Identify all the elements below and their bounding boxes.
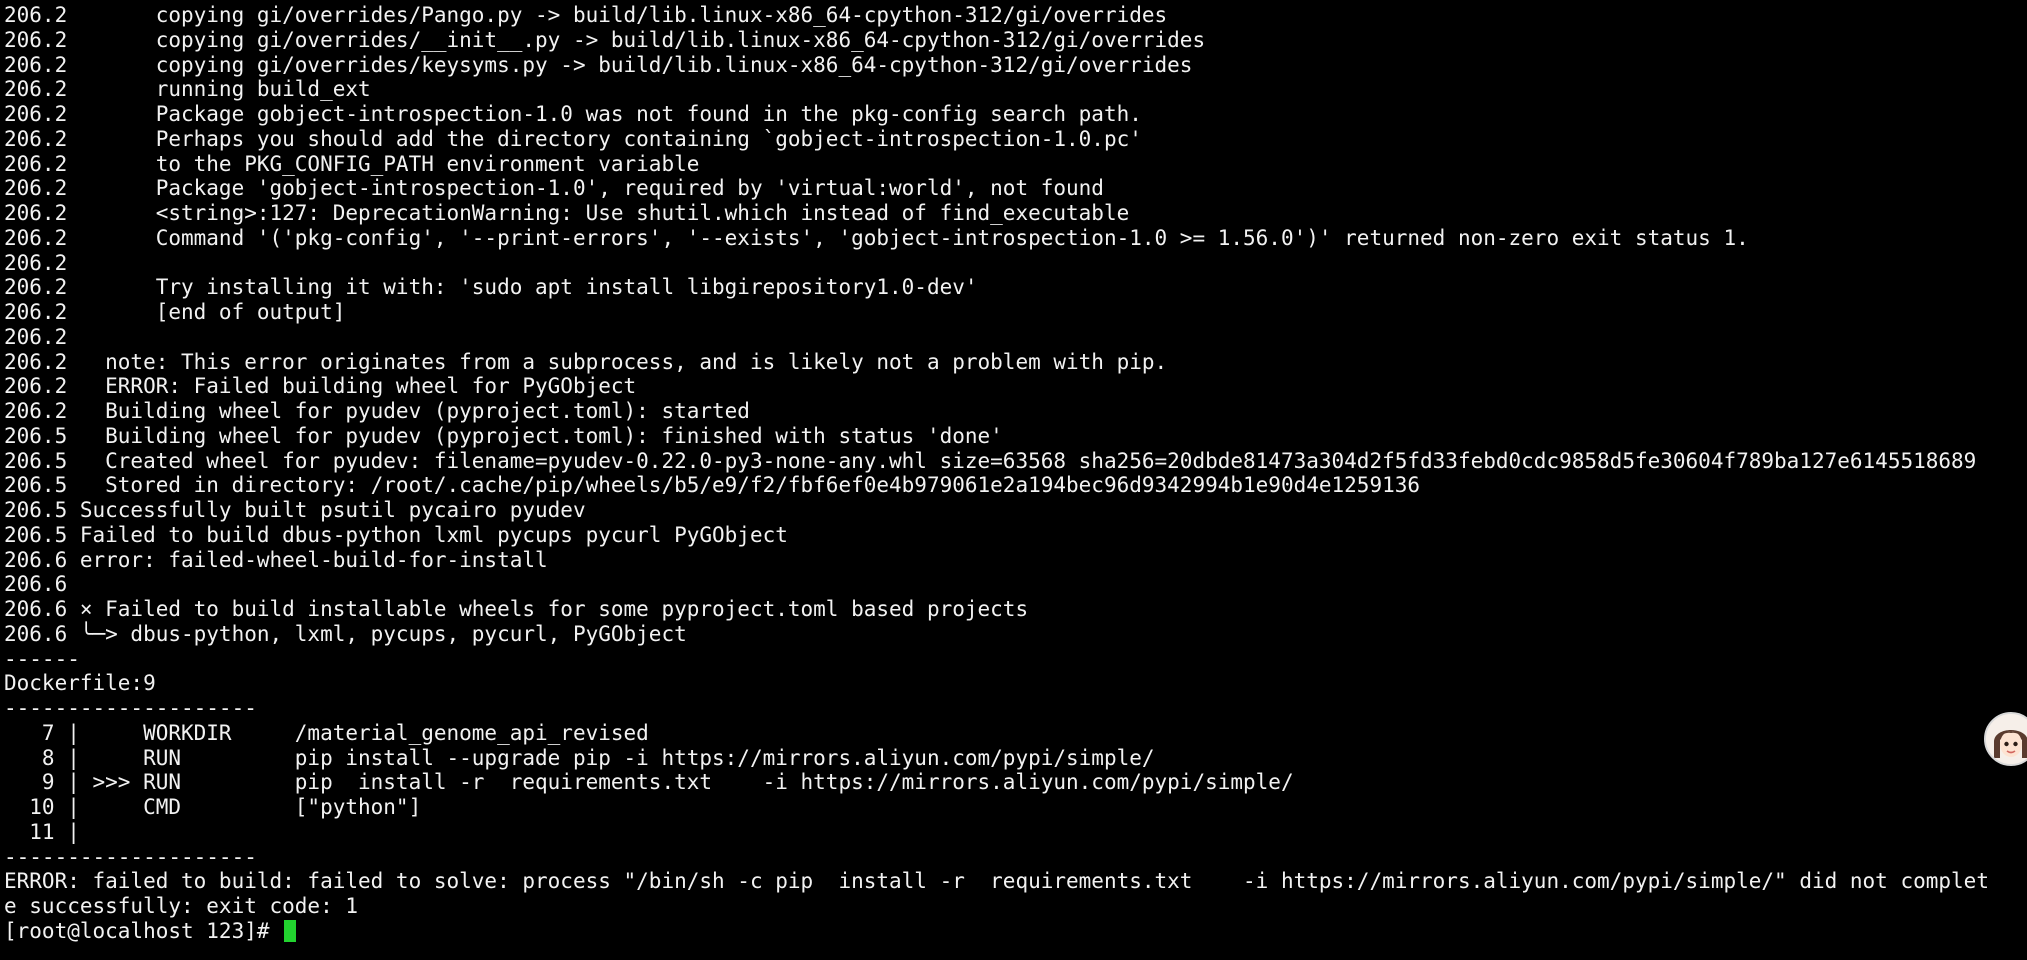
terminal-line: 206.2 Try installing it with: 'sudo apt … xyxy=(4,275,978,300)
terminal-line: 206.2 xyxy=(4,324,68,349)
text-cursor xyxy=(284,920,297,943)
terminal-line: 206.2 Package gobject-introspection-1.0 … xyxy=(4,102,1142,126)
terminal-line: 206.2 to the PKG_CONFIG_PATH environment… xyxy=(4,151,700,176)
terminal-line: -------------------- xyxy=(4,844,257,869)
terminal-line: 206.5 Stored in directory: /root/.cache/… xyxy=(4,473,1421,498)
terminal-line: 206.5 Failed to build dbus-python lxml p… xyxy=(4,522,788,547)
terminal-output: 206.2 copying gi/overrides/Pango.py -> b… xyxy=(4,3,1989,944)
assistant-avatar-icon[interactable] xyxy=(1984,712,2027,766)
terminal-line: 206.2 copying gi/overrides/Pango.py -> b… xyxy=(4,3,1168,27)
terminal-line: 206.6 xyxy=(4,572,68,597)
terminal-line: 206.6 error: failed-wheel-build-for-inst… xyxy=(4,547,548,572)
terminal-line: 7 | WORKDIR /material_genome_api_revised xyxy=(4,720,649,745)
terminal-line: 206.2 Command '('pkg-config', '--print-e… xyxy=(4,225,1749,250)
terminal-line: 9 | >>> RUN pip install -r requirements.… xyxy=(4,770,1294,795)
terminal-line: 206.2 Building wheel for pyudev (pyproje… xyxy=(4,399,750,423)
terminal-line: 206.2 <string>:127: DeprecationWarning: … xyxy=(4,201,1130,225)
shell-prompt: [root@localhost 123]# xyxy=(4,918,283,943)
terminal-line: 206.2 ERROR: Failed building wheel for P… xyxy=(4,374,637,399)
terminal-line: 206.2 copying gi/overrides/keysyms.py ->… xyxy=(4,52,1193,77)
terminal-line: 206.6 × Failed to build installable whee… xyxy=(4,597,1029,621)
terminal-line: ERROR: failed to build: failed to solve:… xyxy=(4,869,1989,894)
terminal-line: 206.2 xyxy=(4,250,68,275)
terminal-line: e successfully: exit code: 1 xyxy=(4,894,359,918)
shell-prompt-line[interactable]: [root@localhost 123]# xyxy=(4,919,1989,944)
terminal-line: 206.2 Package 'gobject-introspection-1.0… xyxy=(4,176,1104,201)
terminal-line: 206.5 Building wheel for pyudev (pyproje… xyxy=(4,423,1003,448)
terminal-line: Dockerfile:9 xyxy=(4,671,156,696)
terminal-line: 206.5 Created wheel for pyudev: filename… xyxy=(4,448,1977,473)
terminal-line: -------------------- xyxy=(4,696,257,720)
terminal-line: 8 | RUN pip install --upgrade pip -i htt… xyxy=(4,745,1155,770)
terminal-line: 206.2 Perhaps you should add the directo… xyxy=(4,126,1142,151)
terminal-line: 206.2 copying gi/overrides/__init__.py -… xyxy=(4,27,1206,52)
terminal-line: 206.5 Successfully built psutil pycairo … xyxy=(4,498,586,522)
terminal-line: 10 | CMD ["python"] xyxy=(4,795,422,819)
terminal-line: 206.2 [end of output] xyxy=(4,300,346,324)
terminal-line: 11 | xyxy=(4,819,80,844)
terminal-line: ------ xyxy=(4,646,80,671)
terminal-window[interactable]: 206.2 copying gi/overrides/Pango.py -> b… xyxy=(0,0,2027,960)
terminal-line: 206.2 running build_ext xyxy=(4,77,371,102)
terminal-line: 206.2 note: This error originates from a… xyxy=(4,349,1168,374)
terminal-line: 206.6 ╰─> dbus-python, lxml, pycups, pyc… xyxy=(4,621,687,646)
